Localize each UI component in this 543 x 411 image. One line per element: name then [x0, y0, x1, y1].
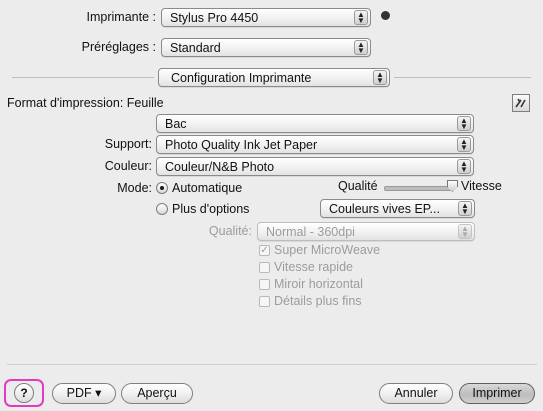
printer-status-icon — [381, 11, 390, 20]
presets-value: Standard — [170, 41, 221, 55]
super-microweave-label: Super MicroWeave — [274, 243, 381, 257]
mirror-checkbox[interactable] — [259, 279, 270, 290]
printer-popup[interactable]: Stylus Pro 4450 ▲ ▼ — [161, 8, 371, 27]
fast-speed-label: Vitesse rapide — [274, 260, 353, 274]
help-button[interactable]: ? — [14, 383, 34, 403]
format-value: Feuille — [126, 96, 164, 110]
finest-detail-label: Détails plus fins — [274, 294, 362, 308]
quality-slider-label: Qualité — [338, 179, 378, 193]
popup-arrows-icon: ▲ ▼ — [373, 70, 387, 85]
print-button[interactable]: Imprimer — [459, 383, 535, 404]
footer-separator — [7, 364, 537, 365]
support-popup[interactable]: Photo Quality Ink Jet Paper ▲ ▼ — [156, 135, 474, 154]
separator-right — [394, 77, 531, 78]
popup-arrows-icon: ▲ ▼ — [458, 201, 472, 216]
mode-more-label: Plus d'options — [172, 202, 250, 216]
popup-arrows-icon: ▲ ▼ — [354, 40, 368, 55]
presets-popup[interactable]: Standard ▲ ▼ — [161, 38, 371, 57]
separator-left — [12, 77, 154, 78]
pdf-button[interactable]: PDF ▾ — [52, 383, 116, 404]
panel-popup[interactable]: Configuration Imprimante ▲ ▼ — [158, 68, 390, 87]
fast-speed-checkbox[interactable] — [259, 262, 270, 273]
mode-more-radio[interactable] — [156, 203, 168, 215]
presets-label: Préréglages : — [81, 40, 156, 54]
support-value: Photo Quality Ink Jet Paper — [165, 138, 318, 152]
source-popup[interactable]: Bac ▲ ▼ — [156, 114, 474, 133]
preview-button[interactable]: Aperçu — [121, 383, 193, 404]
mode-auto-radio[interactable] — [156, 182, 168, 194]
popup-arrows-icon: ▲ ▼ — [457, 137, 471, 152]
finest-detail-checkbox[interactable] — [259, 296, 270, 307]
quality-value: Normal - 360dpi — [266, 225, 355, 239]
mirror-label: Miroir horizontal — [274, 277, 363, 291]
popup-arrows-icon: ▲ ▼ — [457, 159, 471, 174]
color-value: Couleur/N&B Photo — [165, 160, 275, 174]
color-mode-value: Couleurs vives EP... — [329, 202, 440, 216]
super-microweave-checkbox[interactable]: ✓ — [259, 245, 270, 256]
printer-label: Imprimante : — [86, 10, 156, 24]
speed-slider-label: Vitesse — [461, 179, 502, 193]
color-mode-popup[interactable]: Couleurs vives EP... ▲ ▼ — [320, 199, 475, 218]
cancel-button[interactable]: Annuler — [379, 383, 453, 404]
popup-arrows-icon: ▲ ▼ — [458, 224, 472, 239]
support-label: Support: — [104, 137, 152, 151]
quality-field-label: Qualité: — [208, 224, 252, 238]
color-popup[interactable]: Couleur/N&B Photo ▲ ▼ — [156, 157, 474, 176]
popup-arrows-icon: ▲ ▼ — [457, 116, 471, 131]
format-label: Format d'impression: Feuille — [7, 96, 164, 110]
popup-arrows-icon: ▲ ▼ — [354, 10, 368, 25]
panel-value: Configuration Imprimante — [171, 71, 312, 85]
quality-popup[interactable]: Normal - 360dpi ▲ ▼ — [257, 222, 475, 241]
source-value: Bac — [165, 117, 187, 131]
printer-value: Stylus Pro 4450 — [170, 11, 259, 25]
quality-speed-slider[interactable] — [384, 186, 454, 191]
mode-auto-label: Automatique — [172, 181, 243, 195]
mode-label: Mode: — [117, 181, 152, 195]
color-label: Couleur: — [104, 159, 152, 173]
printer-utility-icon[interactable] — [512, 94, 530, 112]
